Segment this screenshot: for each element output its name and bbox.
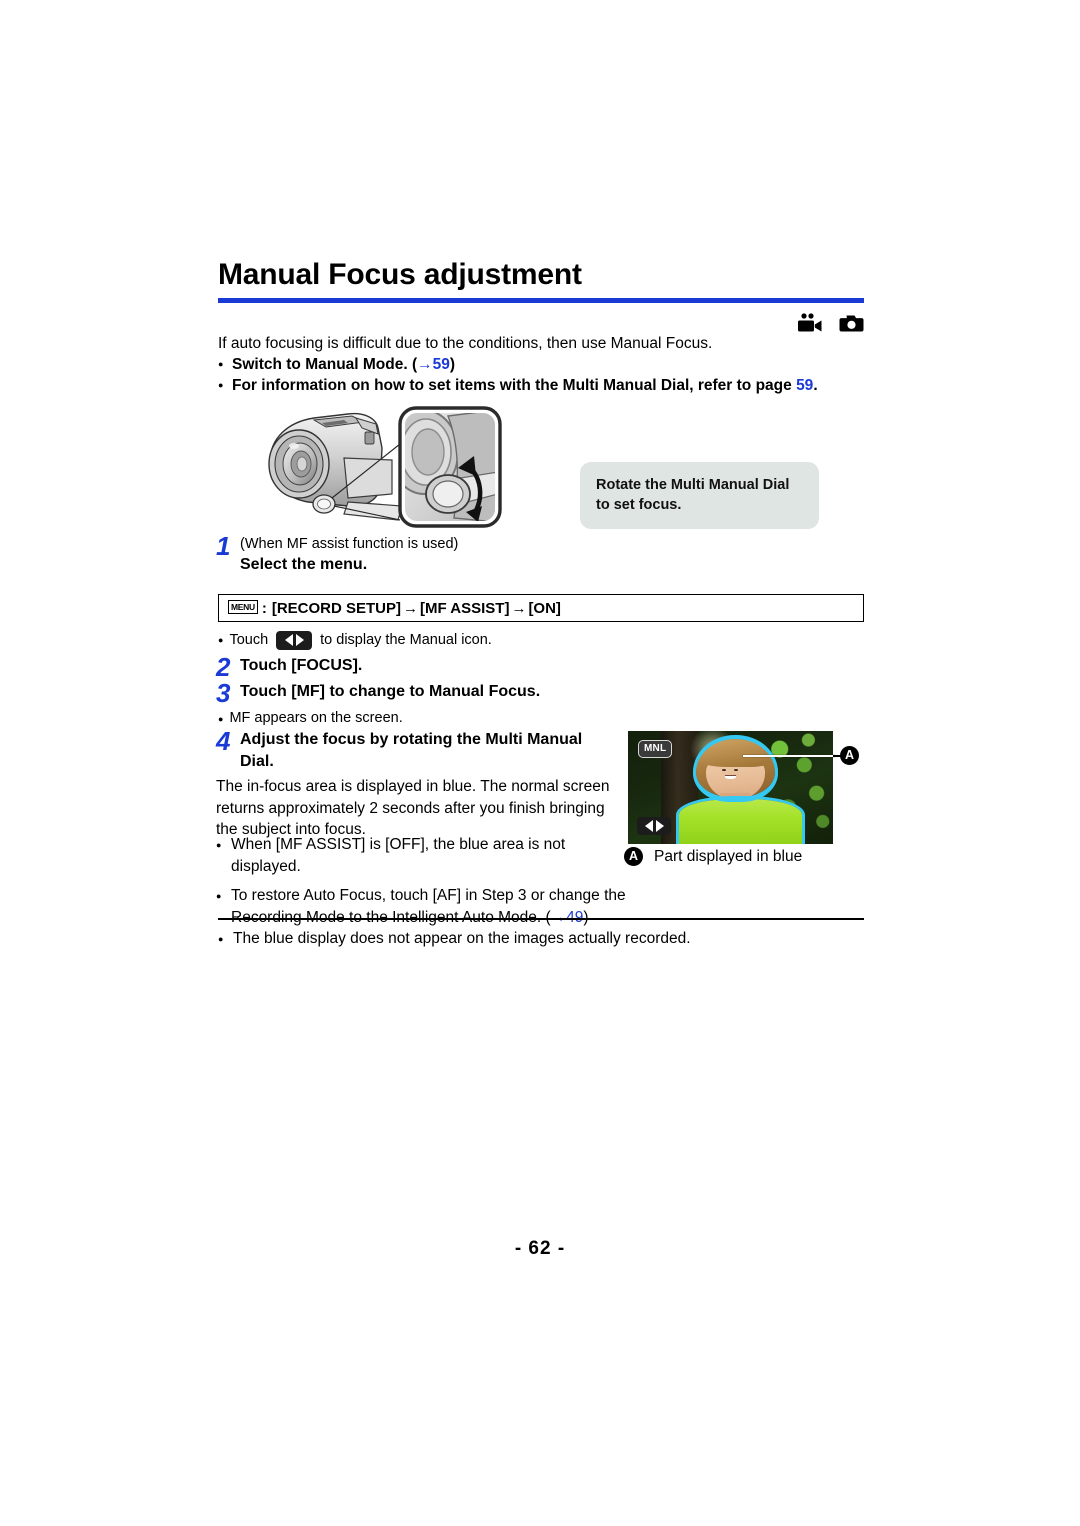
menu-path-box[interactable]: MENU : [RECORD SETUP] → [MF ASSIST] → [O… [218,594,864,622]
screen-preview-image: MNL [628,731,833,844]
menu-item-3[interactable]: [ON] [528,600,561,617]
intro-bullet-2: For information on how to set items with… [218,374,868,396]
callout-leader-line [743,755,835,757]
step-3-title: Touch [MF] to change to Manual Focus. [240,683,541,700]
step-3: 3 Touch [MF] to change to Manual Focus. [216,678,696,708]
left-arrow-glyph [644,820,653,832]
step-3-number: 3 [216,678,231,708]
menu-arrow-icon: → [403,599,418,617]
step-4-bullet-1: When [MF ASSIST] is [OFF], the blue area… [216,834,628,877]
left-right-arrow-key-icon[interactable] [276,630,313,650]
page-ref-arrow-icon: → [417,356,433,373]
intro-block: If auto focusing is difficult due to the… [218,333,868,396]
camcorder-multi-manual-dial-illustration [252,402,527,534]
touch-instruction-before: Touch [229,632,269,648]
marker-a-pointer: A [840,746,859,765]
step-4-title: Adjust the focus by rotating the Multi M… [240,731,583,770]
step-4-number: 4 [216,726,231,756]
right-arrow-glyph [295,634,304,646]
subject-child [678,735,803,844]
marker-a-caption-badge: A [624,847,643,866]
child-shirt [678,799,803,844]
page-ref-link[interactable]: 49 [566,909,583,926]
menu-item-2[interactable]: [MF ASSIST] [420,600,509,617]
step-4-bullets: When [MF ASSIST] is [OFF], the blue area… [216,834,628,936]
intro-lead: If auto focusing is difficult due to the… [218,335,713,352]
left-right-arrow-key-icon[interactable] [637,817,671,835]
step-1: 1 (When MF assist function is used) Sele… [216,531,636,576]
bullet-icon: ● [218,635,224,645]
page-ref-link[interactable]: 59 [433,356,450,373]
touch-arrow-instruction: ● Touch to display the Manual icon. [218,630,492,650]
step-1-subtitle: (When MF assist function is used) [240,536,459,552]
footer-note: The blue display does not appear on the … [218,928,868,950]
menu-arrow-icon: → [511,599,527,617]
in-focus-blue-outline [692,735,779,802]
page-ref-arrow-icon: → [550,908,567,926]
manual-focus-screen-example: MNL [628,731,833,844]
step-4-bullet-2: To restore Auto Focus, touch [AF] in Ste… [216,885,628,928]
manual-page: Manual Focus adjustment If auto focusing… [0,0,1080,1526]
left-arrow-glyph [284,634,293,646]
intro-bullet-1: Switch to Manual Mode. (→59) [218,353,868,375]
step-2-number: 2 [216,652,231,682]
menu-icon: MENU [228,600,258,614]
bullet-icon: ● [218,714,224,724]
mnl-badge[interactable]: MNL [638,740,673,758]
step-1-number: 1 [216,531,231,561]
step-4: 4 Adjust the focus by rotating the Multi… [216,726,616,773]
step-2: 2 Touch [FOCUS]. [216,652,636,682]
step-4-body: The in-focus area is displayed in blue. … [216,778,610,838]
illustration-callout: Rotate the Multi Manual Dial to set focu… [580,462,819,529]
right-arrow-glyph [655,820,664,832]
menu-item-1[interactable]: [RECORD SETUP] [272,600,401,617]
page-number: - 62 - [514,1238,566,1259]
step-2-title: Touch [FOCUS]. [240,657,363,674]
step-1-title: Select the menu. [240,556,368,573]
step-3-note-text: MF appears on the screen. [229,710,403,726]
page-title: Manual Focus adjustment [218,258,582,291]
step-3-note: ● MF appears on the screen. [218,708,403,729]
menu-separator: : [261,599,267,617]
footer-divider [218,918,864,920]
touch-instruction-after: to display the Manual icon. [320,632,492,648]
marker-a-caption-text: Part displayed in blue [654,848,803,865]
title-divider [218,298,864,303]
page-ref-link[interactable]: 59 [796,377,813,394]
